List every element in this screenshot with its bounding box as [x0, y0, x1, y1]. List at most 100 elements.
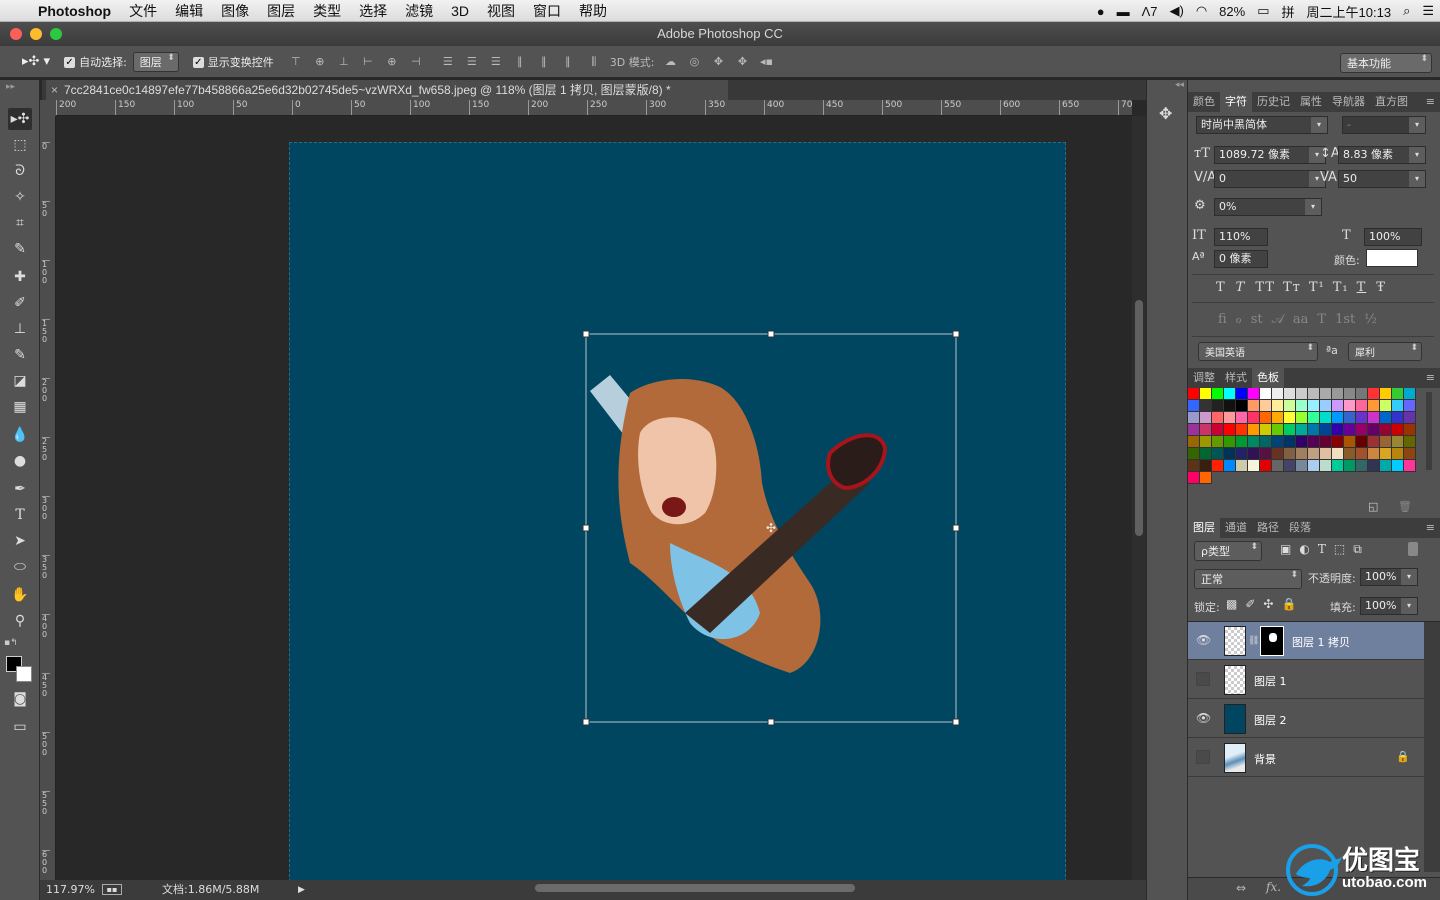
color-swatch[interactable] [1248, 400, 1260, 412]
3d-orbit-icon[interactable]: ☁ [662, 55, 678, 69]
swash-button[interactable]: 𝒜 [1272, 312, 1284, 327]
tab-history[interactable]: 历史记 [1252, 92, 1295, 112]
color-swatch[interactable] [1356, 388, 1368, 400]
discretionary-ligatures-button[interactable]: st [1251, 312, 1263, 327]
marquee-tool-icon[interactable]: ⬚ [8, 134, 32, 156]
color-swatch[interactable] [1296, 424, 1308, 436]
font-size-field[interactable]: 1089.72 像素 ▾ [1214, 146, 1326, 164]
color-swatch[interactable] [1356, 460, 1368, 472]
ligatures-button[interactable]: ﬁ [1218, 312, 1227, 327]
color-swatch[interactable] [1224, 388, 1236, 400]
distribute-top-icon[interactable]: ☰ [440, 55, 456, 69]
lasso-tool-icon[interactable]: ᘐ [8, 160, 32, 182]
color-swatch[interactable] [1344, 460, 1356, 472]
titling-button[interactable]: T [1317, 312, 1326, 327]
color-swatch[interactable] [1248, 436, 1260, 448]
faux-bold-button[interactable]: T [1216, 280, 1226, 295]
lock-transparent-icon[interactable]: ▩ [1226, 597, 1245, 611]
color-swatch[interactable] [1368, 460, 1380, 472]
color-swatch[interactable] [1368, 448, 1380, 460]
default-colors-icon[interactable]: ▪↰ [4, 638, 18, 648]
distribute-vcenter-icon[interactable]: ☰ [464, 55, 480, 69]
color-swatch[interactable] [1368, 424, 1380, 436]
color-swatch[interactable] [1392, 424, 1404, 436]
adobe-icon[interactable]: Λ7 [1136, 4, 1164, 19]
color-swatch[interactable] [1368, 400, 1380, 412]
color-swatch[interactable] [1296, 412, 1308, 424]
crop-tool-icon[interactable]: ⌗ [8, 212, 32, 234]
lock-image-icon[interactable]: ✐ [1245, 597, 1263, 611]
panel-menu-icon[interactable]: ≡ [1421, 92, 1440, 112]
lock-all-icon[interactable]: 🔒 [1281, 597, 1304, 611]
link-icon[interactable]: ⇔ [1236, 881, 1246, 895]
transform-center-icon[interactable]: ✣ [766, 521, 776, 535]
gradient-tool-icon[interactable]: ▦ [8, 396, 32, 418]
color-swatch[interactable] [1236, 460, 1248, 472]
color-swatch[interactable] [1404, 460, 1416, 472]
color-swatch[interactable] [1380, 388, 1392, 400]
color-swatch[interactable] [1224, 400, 1236, 412]
color-swatch[interactable] [1212, 424, 1224, 436]
3d-scale-icon[interactable]: ◂▪ [758, 55, 774, 69]
ellipse-tool-icon[interactable]: ⬭ [8, 556, 32, 578]
type-tool-icon[interactable]: T [8, 504, 32, 526]
tool-presets-icon[interactable]: ✥ [1159, 104, 1172, 123]
history-brush-tool-icon[interactable]: ✎ [8, 344, 32, 366]
color-swatch[interactable] [1296, 400, 1308, 412]
color-swatch[interactable] [1260, 412, 1272, 424]
qq-icon[interactable]: ● [1091, 4, 1111, 19]
color-swatch[interactable] [1344, 424, 1356, 436]
ordinals-button[interactable]: 1st [1335, 312, 1355, 327]
new-swatch-icon[interactable]: ◱ [1368, 500, 1378, 513]
blur-tool-icon[interactable]: 💧 [8, 424, 32, 446]
baseline-shift-field[interactable]: 0 像素 [1214, 250, 1268, 268]
language-dropdown[interactable]: 美国英语 [1198, 342, 1318, 361]
color-swatch[interactable] [1308, 400, 1320, 412]
color-swatch[interactable] [1200, 448, 1212, 460]
workspace-dropdown[interactable]: 基本功能 [1340, 53, 1432, 73]
color-swatch[interactable] [1272, 412, 1284, 424]
color-swatch[interactable] [1212, 400, 1224, 412]
color-swatch[interactable] [1224, 436, 1236, 448]
notification-center-icon[interactable]: ☰ [1416, 3, 1440, 19]
color-swatch[interactable] [1332, 460, 1344, 472]
zoom-tool-icon[interactable]: ⚲ [8, 610, 32, 632]
eraser-tool-icon[interactable]: ◪ [8, 370, 32, 392]
color-swatch[interactable] [1188, 388, 1200, 400]
color-swatch[interactable] [1380, 436, 1392, 448]
move-tool-preset-icon[interactable]: ▸✣ ▾ [22, 54, 50, 69]
color-swatch[interactable] [1380, 460, 1392, 472]
status-menu-icon[interactable]: ▪▪ [102, 884, 122, 895]
color-swatch[interactable] [1260, 424, 1272, 436]
mask-link-icon[interactable]: ⛓ [1248, 636, 1259, 646]
color-swatch[interactable] [1236, 436, 1248, 448]
color-swatch[interactable] [1332, 388, 1344, 400]
color-swatch[interactable] [1200, 388, 1212, 400]
color-swatch[interactable] [1404, 412, 1416, 424]
tab-color[interactable]: 颜色 [1188, 92, 1220, 112]
leading-field[interactable]: 8.83 像素 ▾ [1338, 146, 1426, 164]
panel-menu-icon[interactable]: ≡ [1421, 518, 1440, 538]
color-swatch[interactable] [1356, 424, 1368, 436]
clone-stamp-tool-icon[interactable]: ⊥ [8, 318, 32, 340]
spotlight-search-icon[interactable]: ⌕ [1397, 3, 1416, 19]
swatches-scrollbar[interactable] [1426, 392, 1432, 470]
color-swatch[interactable] [1308, 424, 1320, 436]
color-swatch[interactable] [1404, 400, 1416, 412]
color-swatch[interactable] [1260, 460, 1272, 472]
color-swatch[interactable] [1356, 412, 1368, 424]
layer-name[interactable]: 图层 1 拷贝 [1292, 634, 1350, 650]
layer-filter-dropdown[interactable]: ρ类型 [1194, 541, 1262, 561]
canvas-area[interactable]: ✣ [56, 116, 1132, 880]
color-swatch[interactable] [1404, 448, 1416, 460]
color-swatch[interactable] [1308, 436, 1320, 448]
fill-field[interactable]: 100% ▾ [1360, 597, 1418, 615]
color-swatch[interactable] [1332, 400, 1344, 412]
visibility-toggle[interactable] [1196, 750, 1210, 764]
show-transform-checkbox[interactable]: ✓ [192, 55, 208, 68]
antialias-dropdown[interactable]: 犀利 [1348, 342, 1422, 361]
menu-3d[interactable]: 3D [442, 3, 478, 19]
color-swatch[interactable] [1200, 436, 1212, 448]
color-swatch[interactable] [1320, 388, 1332, 400]
color-swatch[interactable] [1320, 412, 1332, 424]
